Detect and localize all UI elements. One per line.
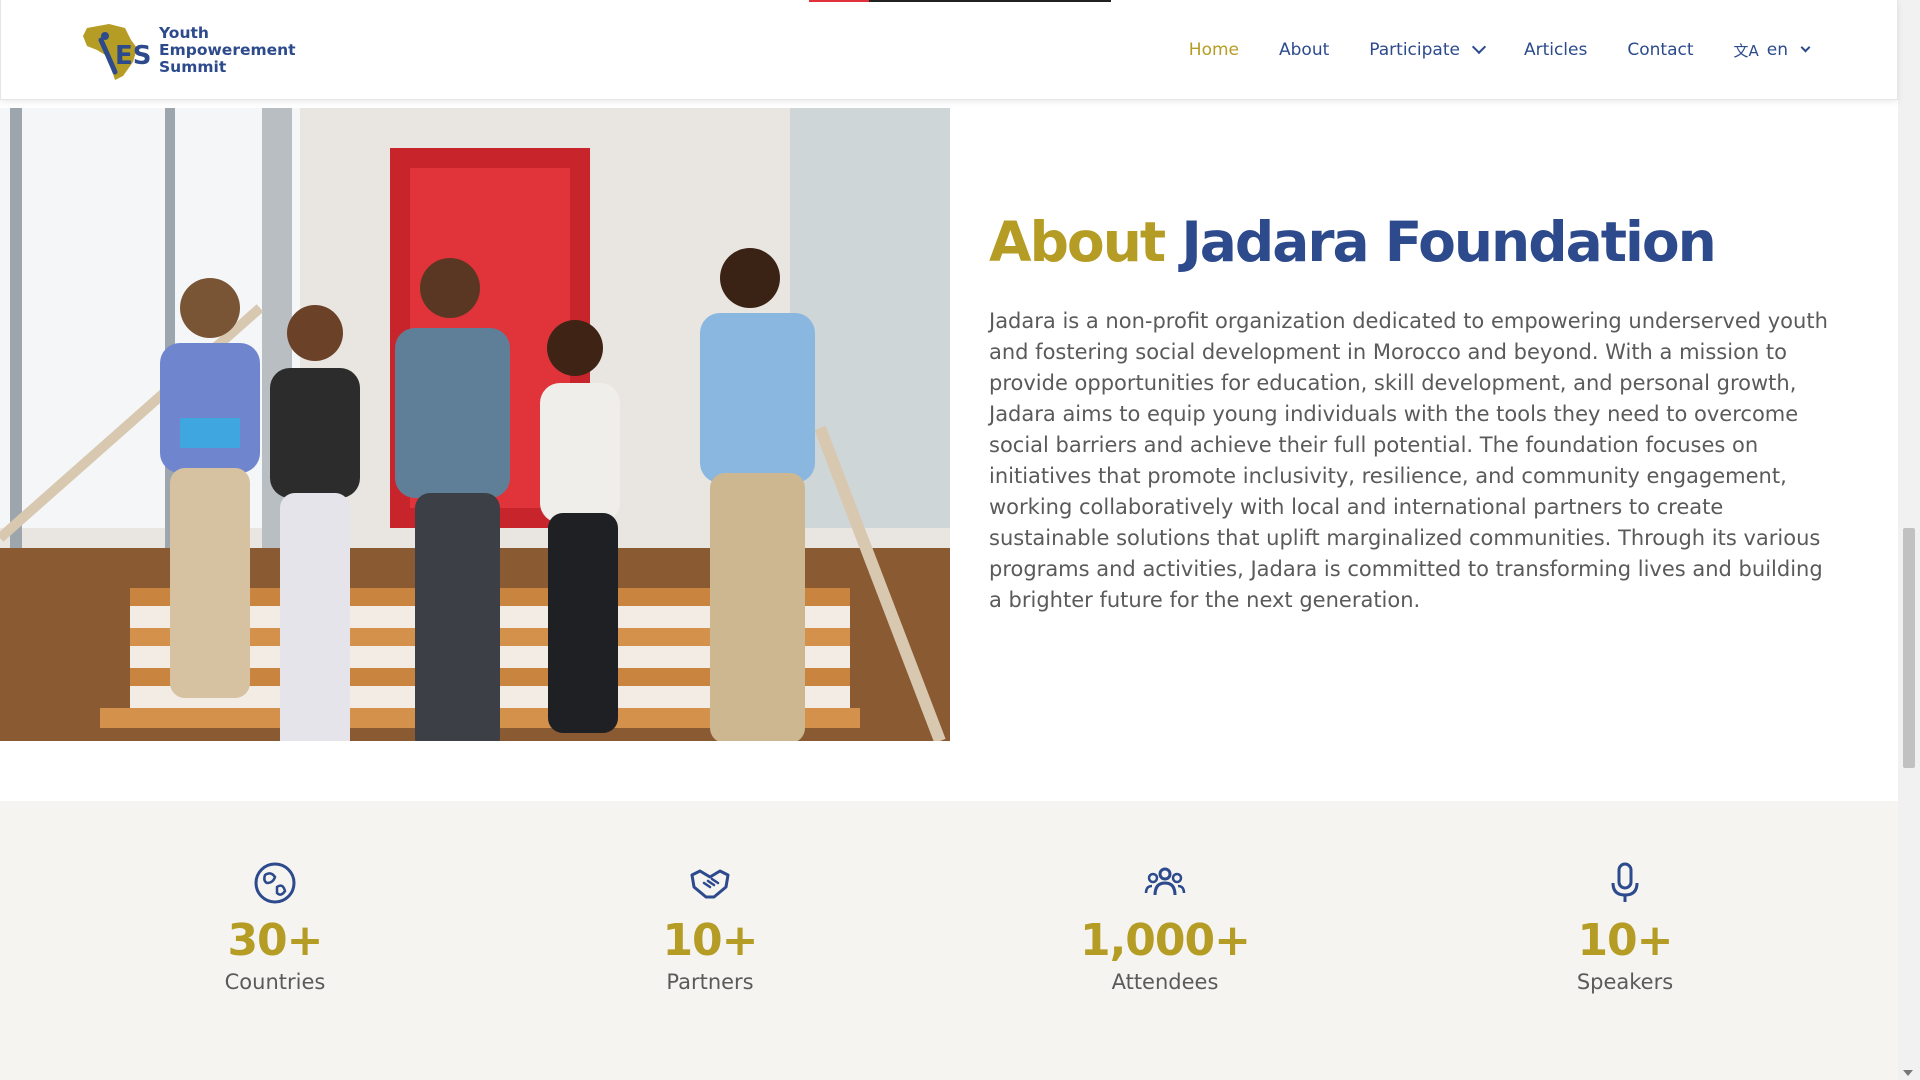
site-logo[interactable]: ES Youth Empowerement Summit	[79, 18, 309, 82]
microphone-icon	[1611, 862, 1639, 902]
nav-participate-label: Participate	[1369, 40, 1460, 60]
stat-value: 1,000+	[1079, 915, 1251, 966]
site-header: ES Youth Empowerement Summit Home About …	[0, 0, 1898, 100]
main-nav: Home About Participate Articles Contact …	[1149, 0, 1811, 100]
language-selector[interactable]: 文A en	[1733, 40, 1811, 61]
chevron-down-icon	[1471, 39, 1487, 55]
top-accent-bar	[809, 0, 1111, 2]
stat-countries: 30+ Countries	[125, 861, 425, 994]
nav-contact[interactable]: Contact	[1627, 40, 1693, 60]
language-value: en	[1766, 40, 1788, 60]
about-title-first: About	[989, 210, 1166, 274]
svg-text:ES: ES	[115, 41, 152, 71]
chevron-down-icon	[1800, 42, 1811, 52]
stat-label: Speakers	[1576, 970, 1674, 994]
stat-attendees: 1,000+ Attendees	[1015, 861, 1315, 994]
stat-label: Partners	[666, 970, 754, 994]
handshake-icon	[690, 869, 730, 899]
stat-label: Countries	[224, 970, 326, 994]
stat-speakers: 10+ Speakers	[1475, 861, 1775, 994]
logo-line-1: Youth	[159, 23, 209, 42]
africa-logo-icon: ES	[83, 24, 152, 80]
globe-icon	[254, 862, 296, 904]
people-icon	[1144, 867, 1186, 896]
about-title: About Jadara Foundation	[989, 210, 1717, 274]
about-description: Jadara is a non-profit organization dedi…	[989, 309, 1828, 612]
about-photo	[0, 108, 950, 741]
stat-partners: 10+ Partners	[560, 861, 860, 994]
about-title-second: Jadara Foundation	[1181, 210, 1716, 274]
stat-label: Attendees	[1111, 970, 1219, 994]
logo-line-2: Empowerement	[159, 40, 296, 59]
stat-value: 30+	[227, 915, 323, 966]
scroll-down-icon[interactable]	[1903, 1070, 1913, 1076]
logo-text: Youth Empowerement Summit	[159, 23, 296, 76]
logo-line-3: Summit	[159, 57, 227, 76]
stats-section: 30+ Countries 10+ Partners 1,000+ Attend…	[0, 801, 1898, 1080]
translate-icon: 文A	[1733, 41, 1759, 60]
scrollbar-thumb[interactable]	[1903, 528, 1915, 768]
nav-articles[interactable]: Articles	[1524, 40, 1587, 60]
nav-participate[interactable]: Participate	[1369, 39, 1487, 60]
nav-home[interactable]: Home	[1189, 40, 1239, 60]
nav-about[interactable]: About	[1279, 40, 1329, 60]
stat-value: 10+	[662, 915, 758, 966]
stat-value: 10+	[1577, 915, 1673, 966]
page-scrollbar[interactable]	[1898, 0, 1920, 1080]
